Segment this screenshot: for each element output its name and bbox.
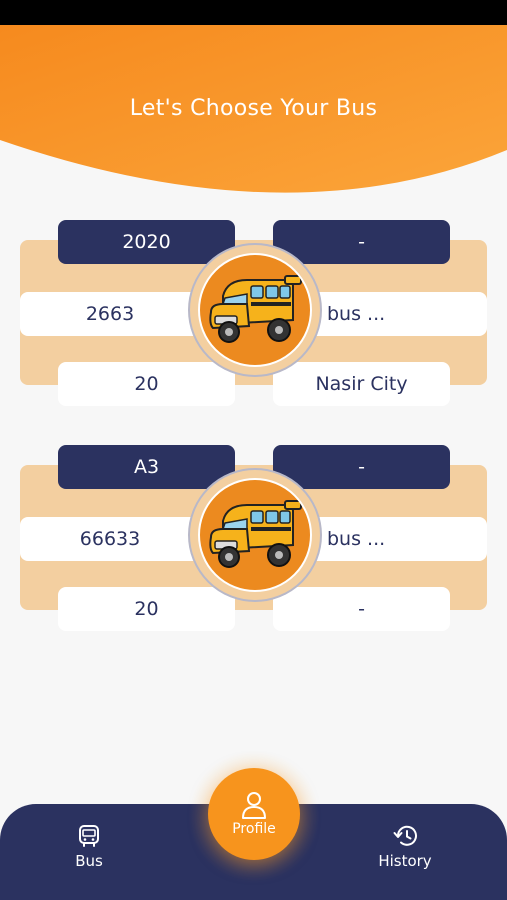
- bus-plate: 66633: [20, 517, 200, 561]
- nav-profile[interactable]: Profile: [208, 768, 300, 860]
- bus-icon: [79, 825, 99, 847]
- bus-route: -: [273, 220, 450, 264]
- bus-card[interactable]: A3 - 66633 bus ... 20 -: [0, 445, 507, 635]
- history-icon: [393, 825, 417, 846]
- bus-location: Nasir City: [273, 362, 450, 406]
- nav-bus-label: Bus: [75, 852, 103, 870]
- page-title: Let's Choose Your Bus: [129, 96, 378, 121]
- school-bus-image: [209, 275, 302, 343]
- bus-plate: 2663: [20, 292, 200, 336]
- nav-history-label: History: [378, 852, 432, 870]
- school-bus-image: [209, 500, 302, 568]
- bus-route: -: [273, 445, 450, 489]
- bus-card[interactable]: 2020 - 2663 bus ... 20 Nasir City: [0, 220, 507, 410]
- bus-number: A3: [58, 445, 235, 489]
- nav-bus[interactable]: Bus: [56, 824, 122, 870]
- bus-seats: 20: [58, 362, 235, 406]
- bus-avatar: [188, 468, 322, 602]
- bus-location: -: [273, 587, 450, 631]
- bus-type: bus ...: [303, 292, 487, 336]
- bus-seats: 20: [58, 587, 235, 631]
- bus-number: 2020: [58, 220, 235, 264]
- bus-type: bus ...: [303, 517, 487, 561]
- nav-history[interactable]: History: [364, 824, 446, 870]
- bus-avatar: [188, 243, 322, 377]
- nav-profile-label: Profile: [232, 821, 276, 837]
- user-icon: [242, 792, 266, 819]
